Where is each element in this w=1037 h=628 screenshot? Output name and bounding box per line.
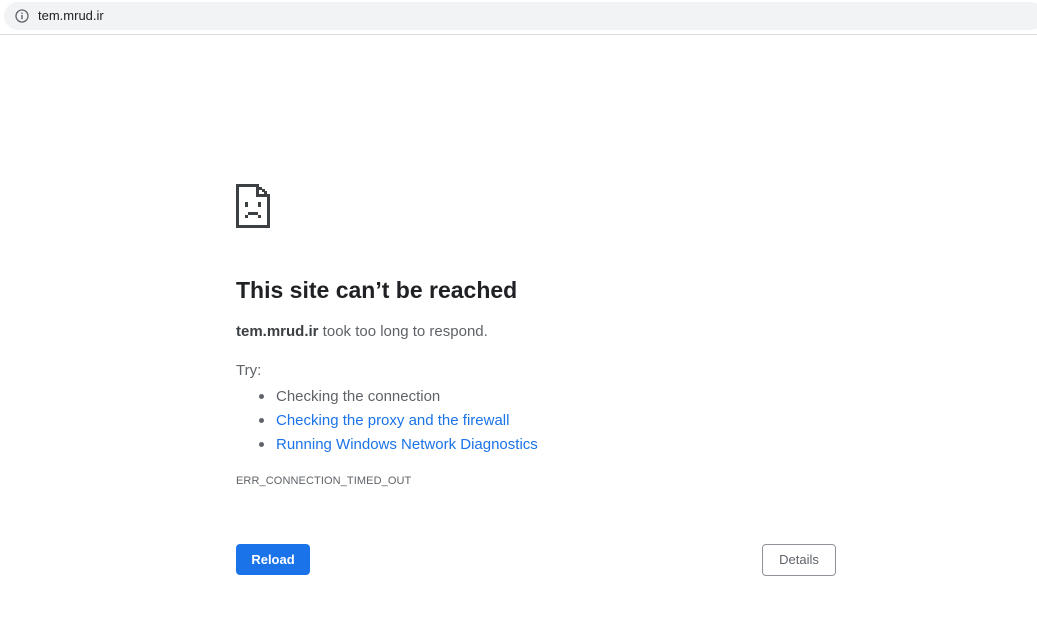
omnibox[interactable]: tem.mrud.ir xyxy=(4,2,1037,30)
error-code: ERR_CONNECTION_TIMED_OUT xyxy=(236,475,412,487)
url-text[interactable]: tem.mrud.ir xyxy=(38,8,104,24)
address-bar: tem.mrud.ir xyxy=(0,0,1037,35)
host-name: tem.mrud.ir xyxy=(236,323,319,340)
suggestion-check-proxy-link[interactable]: Checking the proxy and the firewall xyxy=(258,409,538,433)
reload-button[interactable]: Reload xyxy=(236,544,310,575)
sad-document-icon xyxy=(236,184,270,228)
info-icon[interactable] xyxy=(15,9,29,23)
details-button[interactable]: Details xyxy=(762,544,836,576)
suggestion-check-connection: Checking the connection xyxy=(258,385,538,409)
try-label: Try: xyxy=(236,362,262,379)
page-title: This site can’t be reached xyxy=(236,277,518,303)
error-description: tem.mrud.ir took too long to respond. xyxy=(236,322,488,342)
suggestion-network-diagnostics-link[interactable]: Running Windows Network Diagnostics xyxy=(258,433,538,457)
description-text: took too long to respond. xyxy=(318,323,488,340)
suggestions-list: Checking the connection Checking the pro… xyxy=(258,385,538,457)
